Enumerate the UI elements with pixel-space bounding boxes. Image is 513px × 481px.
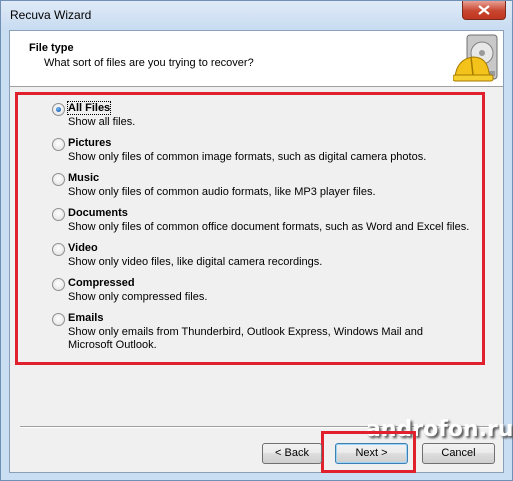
documents-radio[interactable] (52, 208, 65, 221)
option-label[interactable]: Emails (68, 312, 103, 324)
music-radio[interactable] (52, 173, 65, 186)
option-description: Show only video files, like digital came… (68, 256, 323, 268)
option-description: Show only files of common image formats,… (68, 151, 427, 163)
title-bar[interactable]: Recuva Wizard (1, 1, 512, 29)
cancel-button[interactable]: Cancel (422, 443, 495, 464)
all-files-radio[interactable] (52, 103, 65, 116)
option-label[interactable]: Pictures (68, 137, 111, 149)
recuva-wizard-window: Recuva Wizard File type What sort of fil… (0, 0, 513, 481)
option-description: Show only emails from Thunderbird, Outlo… (68, 326, 424, 351)
close-button[interactable] (462, 1, 506, 20)
page-subtitle: What sort of files are you trying to rec… (44, 57, 254, 69)
next-button[interactable]: Next > (335, 443, 408, 464)
option-label[interactable]: Documents (68, 207, 128, 219)
wizard-client-area: File type What sort of files are you try… (9, 30, 513, 473)
hard-hat-drive-icon (453, 34, 498, 82)
option-description: Show all files. (68, 116, 136, 128)
wizard-header: File type What sort of files are you try… (10, 31, 503, 87)
option-label[interactable]: All Files (66, 101, 112, 115)
option-description: Show only compressed files. (68, 291, 208, 303)
compressed-radio[interactable] (52, 278, 65, 291)
option-label[interactable]: Music (68, 172, 99, 184)
page-title: File type (29, 42, 74, 54)
pictures-radio[interactable] (52, 138, 65, 151)
video-radio[interactable] (52, 243, 65, 256)
option-description: Show only files of common audio formats,… (68, 186, 376, 198)
option-label[interactable]: Video (68, 242, 98, 254)
window-title: Recuva Wizard (10, 8, 92, 22)
emails-radio[interactable] (52, 313, 65, 326)
back-button[interactable]: < Back (262, 443, 322, 464)
option-label[interactable]: Compressed (68, 277, 135, 289)
close-icon (478, 5, 490, 15)
option-description: Show only files of common office documen… (68, 221, 470, 233)
